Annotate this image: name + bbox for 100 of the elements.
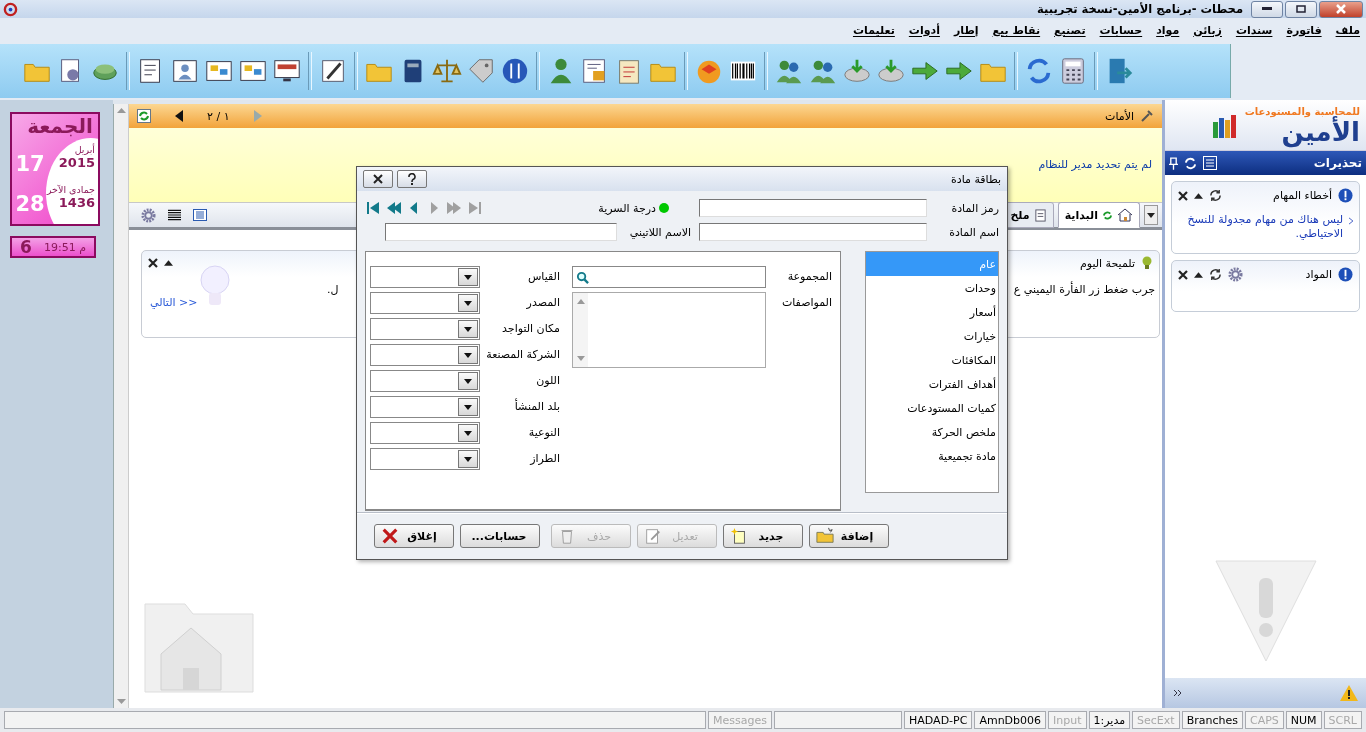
- section-item[interactable]: وحدات: [866, 276, 998, 300]
- field-label: الطراز: [528, 451, 560, 467]
- menu-item[interactable]: سندات: [1235, 23, 1273, 37]
- caret-icon: [464, 378, 472, 384]
- add-button[interactable]: إضافة: [809, 524, 889, 548]
- accounts-button[interactable]: حسابات...: [460, 524, 540, 548]
- section-item[interactable]: المكافئات: [866, 348, 998, 372]
- year: 2015: [58, 155, 95, 170]
- dropdown[interactable]: [370, 370, 480, 392]
- minimize-button[interactable]: [1251, 0, 1283, 18]
- month-name: جمادى الآخر: [46, 184, 95, 195]
- menu-item[interactable]: أدوات: [908, 23, 940, 37]
- section-item[interactable]: ملخص الحركة: [866, 420, 998, 444]
- help-button[interactable]: [397, 170, 427, 188]
- input-field[interactable]: [385, 223, 617, 241]
- menu-item[interactable]: نقاط بيع: [992, 23, 1041, 37]
- status-cell: CAPS: [1244, 711, 1284, 729]
- input-field[interactable]: [699, 223, 927, 241]
- status-cell: NUM: [1285, 711, 1322, 729]
- dropdown[interactable]: [370, 266, 480, 288]
- close-icon: [381, 527, 399, 545]
- dropdown[interactable]: [370, 292, 480, 314]
- menu-item[interactable]: مواد: [1156, 23, 1180, 37]
- card-title: أخطاء المهام: [1273, 189, 1332, 202]
- clock-time: م 19:51: [44, 240, 86, 254]
- caret-icon: [464, 300, 472, 306]
- app-icon[interactable]: [3, 1, 18, 17]
- section-item[interactable]: خيارات: [866, 324, 998, 348]
- scroll-up-icon[interactable]: [116, 108, 126, 113]
- status-cell: Input: [1048, 711, 1087, 729]
- dropdown[interactable]: [370, 396, 480, 418]
- text-area[interactable]: [572, 292, 766, 368]
- close-icon[interactable]: [1178, 190, 1188, 201]
- menu-item[interactable]: إطار: [953, 23, 979, 37]
- lightbulb-icon: [1141, 256, 1153, 270]
- menu-item[interactable]: حسابات: [1099, 23, 1143, 37]
- dropdown[interactable]: [370, 344, 480, 366]
- section-item[interactable]: مادة تجميعية: [866, 444, 998, 468]
- tip-text: جرب ضغط زر الفأرة اليميني ع: [1013, 283, 1155, 296]
- month-name: أبريل: [74, 144, 95, 155]
- panel-title: الأمات: [1105, 109, 1134, 123]
- menu-item[interactable]: ملف: [1335, 23, 1360, 37]
- search-icon[interactable]: [576, 270, 589, 284]
- field-label: المصدر: [525, 295, 560, 311]
- dropdown-button[interactable]: [1144, 205, 1158, 225]
- close-icon[interactable]: [148, 258, 158, 268]
- scroll-down-icon[interactable]: [576, 356, 585, 361]
- refresh-icon[interactable]: [1209, 189, 1222, 202]
- caret-icon: [1147, 212, 1155, 218]
- section-item[interactable]: أهداف الفترات: [866, 372, 998, 396]
- caret-icon: [464, 352, 472, 358]
- input-field[interactable]: [699, 199, 927, 217]
- field-label: النوعية: [527, 425, 560, 441]
- window-title: محطات -برنامج الأمين-نسخة تجريبية: [1037, 2, 1244, 16]
- card-title: المواد: [1305, 268, 1332, 281]
- grid-icon[interactable]: [193, 209, 207, 221]
- day-number: 17: [14, 151, 46, 178]
- tab[interactable]: البداية: [1057, 202, 1140, 228]
- collapse-icon[interactable]: [164, 260, 173, 266]
- dropdown[interactable]: [370, 448, 480, 470]
- field-label: رمز المادة: [950, 201, 999, 215]
- collapse-icon[interactable]: [1194, 271, 1203, 278]
- chevron-icon: [1349, 217, 1353, 225]
- section-item[interactable]: أسعار: [866, 300, 998, 324]
- settings-icon[interactable]: [1228, 267, 1243, 282]
- dropdown[interactable]: [370, 318, 480, 340]
- next-link[interactable]: التالي >>: [150, 296, 198, 309]
- maximize-button[interactable]: [1285, 0, 1317, 18]
- scroll-up-icon[interactable]: [576, 299, 585, 304]
- dropdown[interactable]: [370, 422, 480, 444]
- tag-icon[interactable]: [466, 56, 496, 86]
- menu-item[interactable]: تعليمات: [852, 23, 895, 37]
- refresh-icon[interactable]: [1209, 268, 1222, 281]
- double-chevron-icon[interactable]: [1173, 689, 1183, 697]
- previous-icon[interactable]: [175, 110, 183, 122]
- alert-message: ليس هناك من مهام مجدولة للنسخ الاحتياطي.: [1186, 213, 1344, 241]
- menu-item[interactable]: تصنيع: [1054, 23, 1086, 37]
- scroll-down-icon[interactable]: [116, 699, 126, 704]
- status-cell: HADAD-PC: [904, 711, 973, 729]
- notice-text: لم يتم تحديد مدير للنظام: [1038, 158, 1152, 171]
- search-field[interactable]: [572, 266, 766, 288]
- warning-icon[interactable]: [1340, 685, 1358, 701]
- collapse-icon[interactable]: [1194, 192, 1203, 199]
- close-icon[interactable]: [1178, 269, 1188, 280]
- menu-item[interactable]: فاتورة: [1286, 23, 1322, 37]
- pin-icon[interactable]: [1169, 156, 1178, 170]
- home-icon: [1117, 208, 1133, 222]
- field-label: مكان التواجد: [501, 321, 560, 337]
- menu-item[interactable]: زبائن: [1193, 23, 1222, 37]
- prev-page-button[interactable]: [385, 199, 403, 217]
- field-label: المواصفات: [780, 295, 832, 311]
- close-button[interactable]: إغلاق: [374, 524, 454, 548]
- settings-icon[interactable]: [141, 207, 156, 223]
- close-button[interactable]: [363, 170, 393, 188]
- status-cell: Messages: [708, 711, 773, 729]
- new-button[interactable]: جديد: [723, 524, 803, 548]
- list-icon[interactable]: [168, 209, 181, 221]
- section-item[interactable]: كميات المستودعات: [866, 396, 998, 420]
- folder-icon: [816, 527, 834, 545]
- field-label: بلد المنشأ: [513, 397, 560, 415]
